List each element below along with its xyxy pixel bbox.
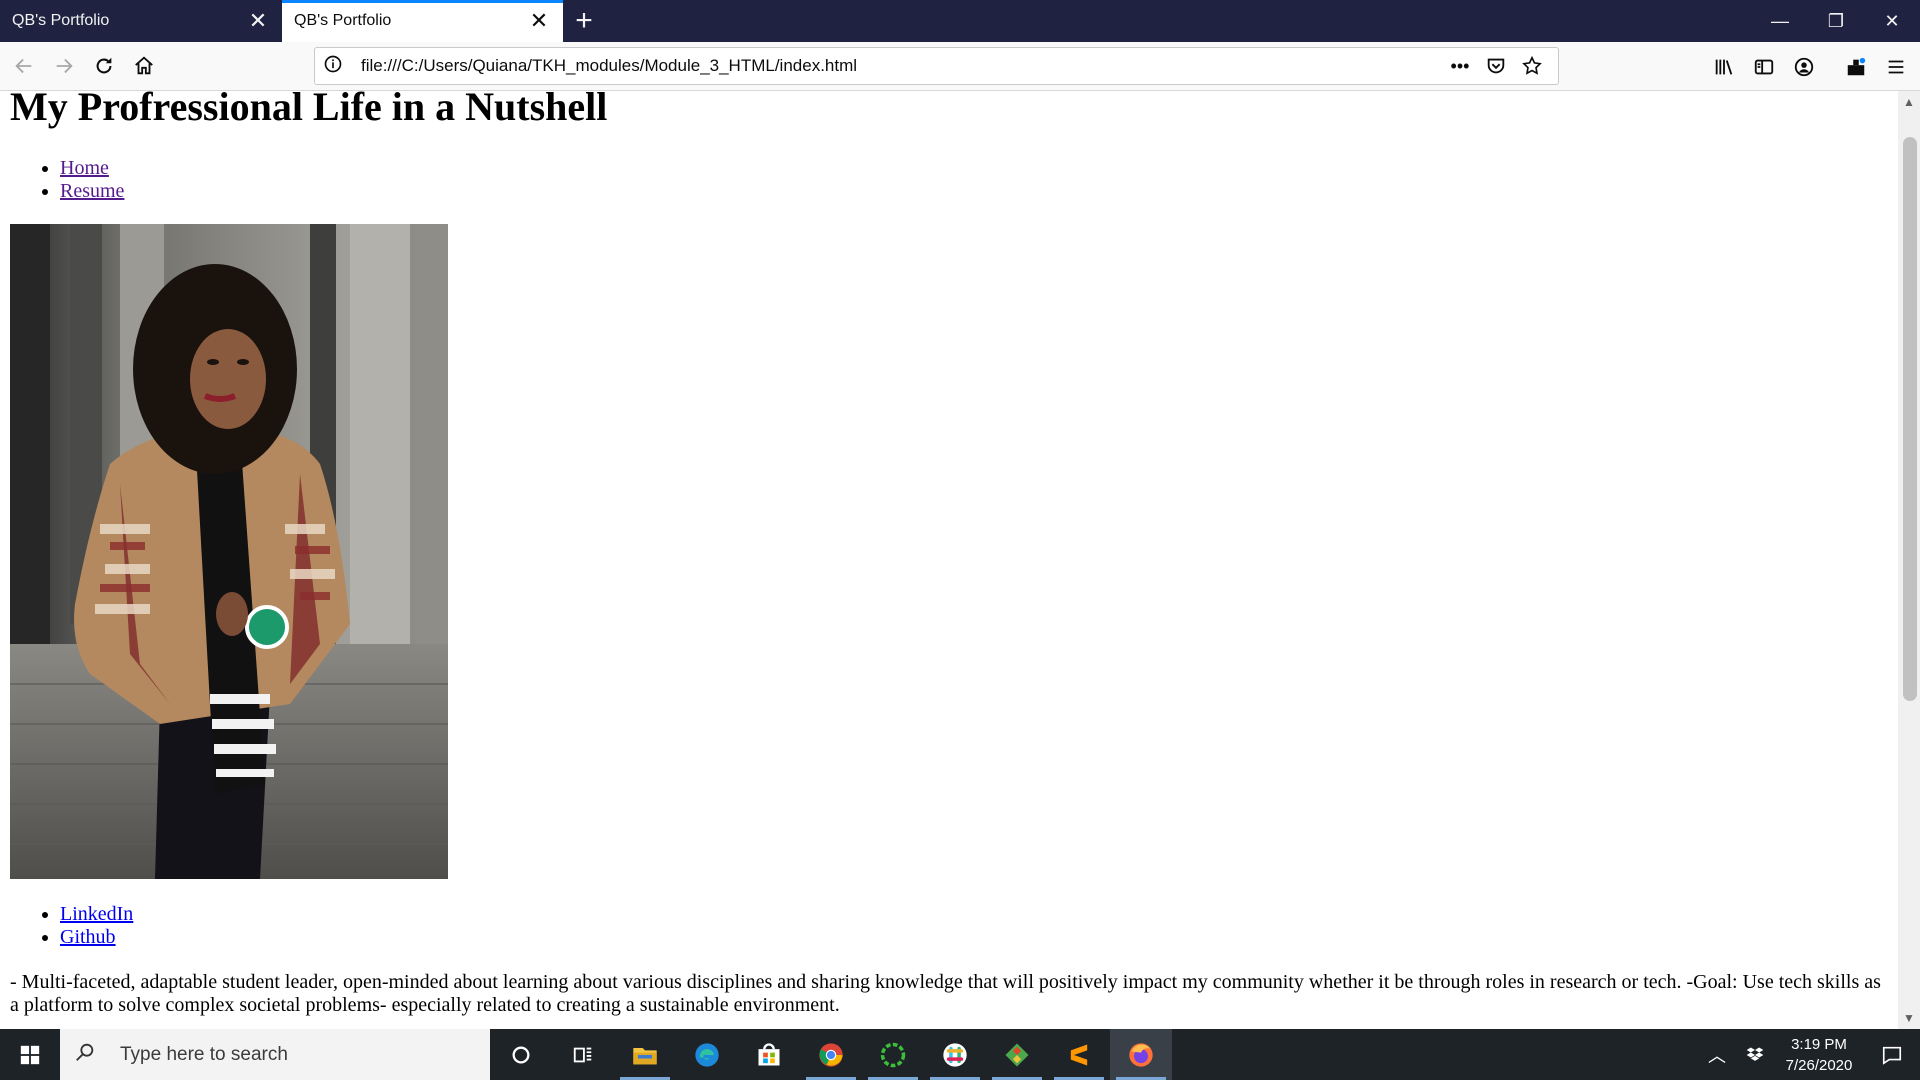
tab-title: QB's Portfolio — [12, 12, 110, 29]
windows-logo-icon — [20, 1045, 40, 1064]
url-text[interactable]: file:///C:/Users/Quiana/TKH_modules/Modu… — [349, 56, 1442, 76]
menu-button[interactable] — [1876, 47, 1916, 87]
profile-photo — [10, 224, 448, 879]
forward-button[interactable] — [44, 46, 84, 86]
clock-time: 3:19 PM — [1791, 1035, 1847, 1053]
new-tab-button[interactable]: + — [563, 0, 605, 42]
sidebar-icon — [1754, 59, 1774, 74]
store-icon[interactable] — [738, 1029, 800, 1080]
cortana-icon[interactable] — [490, 1029, 552, 1080]
browser-tab-strip: QB's Portfolio ✕ QB's Portfolio ✕ + — ❐ … — [0, 0, 1920, 42]
list-item: LinkedIn — [60, 903, 133, 926]
chrome-icon[interactable] — [800, 1029, 862, 1080]
tab-title: QB's Portfolio — [294, 12, 392, 29]
site-nav-list: Home Resume — [10, 157, 124, 203]
page-title: My Profressional Life in a Nutshell — [10, 91, 608, 129]
linkedin-link[interactable]: LinkedIn — [60, 903, 133, 925]
slack-icon[interactable] — [924, 1029, 986, 1080]
bio-paragraph: - Multi-faceted, adaptable student leade… — [10, 971, 1881, 1016]
pocket-icon[interactable] — [1478, 55, 1514, 77]
page-actions-icon[interactable]: ••• — [1442, 56, 1478, 77]
scrollbar-thumb[interactable] — [1903, 137, 1917, 701]
resume-link[interactable]: Resume — [60, 180, 124, 202]
scroll-up-icon[interactable]: ▲ — [1898, 91, 1920, 113]
dropbox-icon[interactable] — [1736, 1045, 1774, 1065]
extensions-button[interactable] — [1836, 47, 1876, 87]
system-clock[interactable]: 3:19 PM 7/26/2020 — [1774, 1034, 1864, 1076]
home-button[interactable] — [124, 46, 164, 86]
library-icon — [1715, 59, 1733, 75]
extensions-icon — [1847, 57, 1866, 75]
restore-button[interactable]: ❐ — [1808, 0, 1864, 42]
account-icon — [1794, 57, 1814, 76]
start-button[interactable] — [0, 1029, 60, 1080]
reload-icon — [96, 57, 112, 74]
reload-button[interactable] — [84, 46, 124, 86]
list-item: Home — [60, 157, 124, 180]
edge-icon[interactable] — [676, 1029, 738, 1080]
search-placeholder: Type here to search — [120, 1043, 288, 1065]
firefox-icon[interactable] — [1110, 1029, 1172, 1080]
tab-qbs-portfolio-1[interactable]: QB's Portfolio ✕ — [0, 0, 282, 42]
taskbar-search-input[interactable]: Type here to search — [60, 1029, 490, 1080]
app-green-ring-icon[interactable] — [862, 1029, 924, 1080]
close-icon[interactable]: ✕ — [246, 9, 270, 33]
back-button[interactable] — [4, 46, 44, 86]
library-button[interactable] — [1704, 47, 1744, 87]
bookmark-star-icon[interactable] — [1514, 55, 1550, 77]
info-icon[interactable] — [323, 54, 349, 79]
search-icon — [74, 1041, 108, 1069]
clock-date: 7/26/2020 — [1785, 1056, 1853, 1074]
home-link[interactable]: Home — [60, 157, 109, 179]
back-arrow-icon — [15, 58, 32, 74]
close-window-button[interactable]: ✕ — [1864, 0, 1920, 42]
task-view-icon[interactable] — [552, 1029, 614, 1080]
chevron-up-icon[interactable]: ︿ — [1698, 1042, 1736, 1068]
home-icon — [135, 56, 153, 75]
forward-arrow-icon — [56, 58, 73, 74]
minimize-button[interactable]: — — [1752, 0, 1808, 42]
windows-taskbar: Type here to search ︿ 3:19 PM 7/26/2020 — [0, 1029, 1920, 1080]
scroll-down-icon[interactable]: ▼ — [1898, 1007, 1920, 1029]
url-bar[interactable]: file:///C:/Users/Quiana/TKH_modules/Modu… — [314, 47, 1559, 85]
sublime-icon[interactable] — [1048, 1029, 1110, 1080]
hamburger-icon — [1888, 60, 1904, 73]
page-viewport: My Profressional Life in a Nutshell Home… — [0, 91, 1898, 1029]
git-icon[interactable] — [986, 1029, 1048, 1080]
social-links-list: LinkedIn Github — [10, 903, 133, 949]
close-icon[interactable]: ✕ — [527, 9, 551, 33]
list-item: Github — [60, 926, 133, 949]
vertical-scrollbar[interactable]: ▲ ▼ — [1898, 91, 1920, 1029]
file-explorer-icon[interactable] — [614, 1029, 676, 1080]
notification-icon[interactable] — [1864, 1044, 1920, 1066]
sidebar-button[interactable] — [1744, 47, 1784, 87]
tab-qbs-portfolio-2[interactable]: QB's Portfolio ✕ — [282, 0, 563, 42]
account-button[interactable] — [1784, 47, 1824, 87]
github-link[interactable]: Github — [60, 926, 116, 948]
navigation-toolbar: file:///C:/Users/Quiana/TKH_modules/Modu… — [0, 42, 1920, 91]
list-item: Resume — [60, 180, 124, 203]
